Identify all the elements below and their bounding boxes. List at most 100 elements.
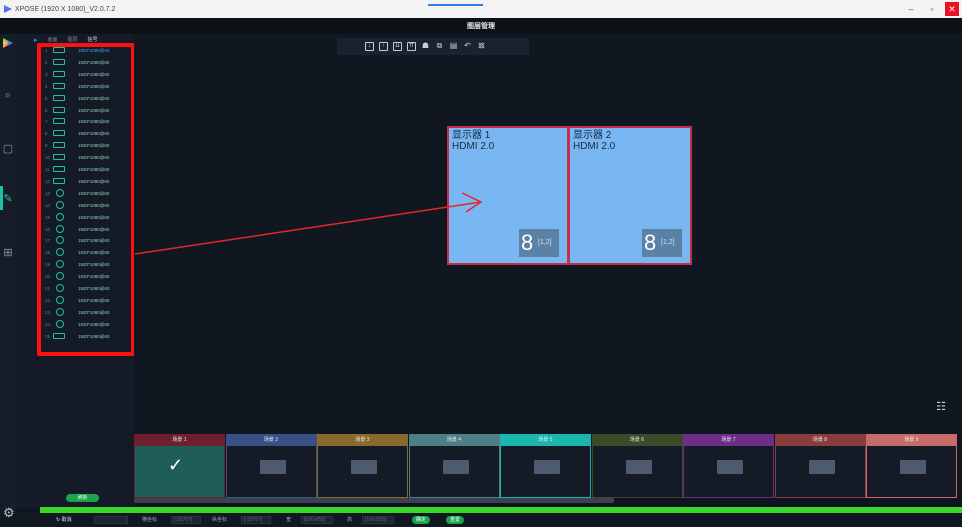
- cancel-button[interactable]: ↻ 取消: [56, 516, 72, 524]
- confirm-button[interactable]: 确定: [412, 516, 430, 524]
- x-field[interactable]: [-32767]: [171, 516, 201, 524]
- source-item[interactable]: 24 1920*1080@60: [40, 319, 146, 330]
- tab-signal[interactable]: 信号: [87, 36, 98, 44]
- badge-sub: [1,2]: [538, 239, 552, 246]
- source-item[interactable]: 17 1920*1080@60: [40, 235, 146, 246]
- bottom-bar: ↻ 取消 横坐标 [-32767] 纵坐标 [-32767] 宽 [100-65…: [0, 513, 962, 527]
- source-item[interactable]: 3 1920*1080@60: [40, 69, 146, 80]
- source-item[interactable]: 16 1920*1080@60: [40, 224, 146, 235]
- reset-button[interactable]: 重置: [446, 516, 464, 524]
- source-number: 15: [45, 214, 51, 220]
- undo-icon[interactable]: ↶: [463, 42, 472, 51]
- grid-icon[interactable]: ⊞: [2, 246, 14, 260]
- source-number: 3: [45, 71, 48, 77]
- source-item[interactable]: 25 1920*1080@60: [40, 331, 146, 342]
- tab-picture[interactable]: 画面: [48, 36, 58, 44]
- source-item[interactable]: 6 1920*1080@60: [40, 105, 146, 116]
- source-label: 1920*1080@60: [78, 333, 110, 339]
- source-item[interactable]: 11 1920*1080@60: [40, 164, 146, 175]
- scene-group[interactable]: 场景 3: [317, 434, 408, 498]
- source-label: 1920*1080@60: [78, 95, 110, 101]
- paste-icon[interactable]: ▤: [449, 42, 458, 51]
- horizontal-scrollbar[interactable]: [134, 498, 614, 503]
- move-up-icon[interactable]: ↑: [379, 42, 388, 51]
- clear-icon[interactable]: ⊠: [477, 42, 486, 51]
- source-item[interactable]: 2 1920*1080@60: [40, 57, 146, 68]
- source-number: 2: [45, 59, 48, 65]
- scene-group[interactable]: 场景 5: [500, 434, 591, 498]
- source-item[interactable]: 9 1920*1080@60: [40, 140, 146, 151]
- copy-icon[interactable]: ⧉: [435, 42, 444, 51]
- screen-1[interactable]: 显示器 1 HDMI 2.0 8 [1,2]: [447, 126, 569, 265]
- scene-group[interactable]: 场景 4: [408, 434, 500, 498]
- source-item[interactable]: 21 1920*1080@60: [40, 283, 146, 294]
- source-number: 11: [45, 167, 50, 172]
- move-down-icon[interactable]: ↓: [365, 42, 374, 51]
- source-item[interactable]: 22 1920*1080@60: [40, 295, 146, 306]
- sdi-port-icon: [56, 200, 64, 209]
- scene-label: 场景 3: [318, 435, 407, 446]
- scene-label: 场景 8: [775, 435, 865, 446]
- gear-icon[interactable]: ⚙: [3, 505, 15, 521]
- source-item[interactable]: 4 1920*1080@60: [40, 81, 146, 92]
- minimize-button[interactable]: –: [904, 2, 918, 16]
- scene-thumbnail: [442, 460, 469, 474]
- source-number: 20: [45, 274, 51, 280]
- source-item[interactable]: 10 1920*1080@60: [40, 152, 146, 163]
- scene-group[interactable]: 场景 9: [866, 434, 957, 498]
- sdi-port-icon: [56, 319, 64, 328]
- cancel-field[interactable]: [94, 516, 128, 524]
- source-item[interactable]: 13 1920*1080@60: [40, 188, 146, 199]
- w-field[interactable]: [100-655]: [301, 516, 333, 524]
- layers-icon[interactable]: ☗: [421, 42, 430, 51]
- settings-sliders-icon[interactable]: ☷: [934, 400, 948, 414]
- sdi-port-icon: [56, 188, 64, 197]
- scene-group[interactable]: 场景 6: [591, 434, 683, 498]
- tab-layer[interactable]: 图层: [68, 36, 78, 44]
- source-list: 1 1920*1080@60 2 1920*1080@60 3 1920*1080@60 4…: [40, 45, 146, 345]
- scene-group[interactable]: 场景 2: [225, 434, 317, 498]
- monitor-icon[interactable]: ▢: [2, 142, 14, 156]
- hdmi-port-icon: [53, 177, 65, 184]
- scene-group[interactable]: 场景 8: [774, 434, 866, 498]
- source-item[interactable]: 23 1920*1080@60: [40, 307, 146, 318]
- source-label: 1920*1080@60: [78, 107, 110, 113]
- h-field[interactable]: [100-655]: [362, 516, 394, 524]
- source-number: 16: [45, 226, 51, 232]
- source-item[interactable]: 7 1920*1080@60: [40, 116, 146, 127]
- to-bottom-icon[interactable]: ⇊: [393, 42, 402, 51]
- scene-group[interactable]: 场景 1 ✓: [134, 434, 225, 498]
- edit-icon[interactable]: ✎: [2, 192, 14, 206]
- source-item[interactable]: 18 1920*1080@60: [40, 247, 146, 258]
- maximize-button[interactable]: ▫: [925, 2, 939, 16]
- source-tabs: ▸ 画面 图层 信号: [34, 36, 98, 44]
- scene-group[interactable]: 场景 7: [683, 434, 774, 498]
- source-label: 1920*1080@60: [78, 143, 110, 149]
- source-number: 24: [45, 321, 51, 327]
- title-bar: XPOSE (1920 X 1080)_V2.0.7.2 – ▫ ✕: [0, 0, 962, 18]
- close-button[interactable]: ✕: [945, 2, 959, 16]
- search-icon[interactable]: ⌕: [2, 88, 14, 102]
- source-number: 9: [45, 143, 48, 149]
- source-number: 7: [45, 119, 48, 125]
- source-item[interactable]: 15 1920*1080@60: [40, 212, 146, 223]
- source-label: 1920*1080@60: [78, 190, 110, 196]
- scene-label: 场景 7: [684, 435, 773, 446]
- refresh-button[interactable]: 刷新: [66, 494, 99, 502]
- source-number: 6: [45, 107, 48, 113]
- source-item[interactable]: 20 1920*1080@60: [40, 271, 146, 282]
- y-field[interactable]: [-32767]: [241, 516, 271, 524]
- source-item[interactable]: 19 1920*1080@60: [40, 259, 146, 270]
- source-item[interactable]: 1 1920*1080@60: [40, 45, 146, 56]
- screen-2[interactable]: 显示器 2 HDMI 2.0 8 [1,2]: [568, 126, 692, 265]
- to-top-icon[interactable]: ⇈: [407, 42, 416, 51]
- source-item[interactable]: 12 1920*1080@60: [40, 176, 146, 187]
- scene-groups: 场景 1 ✓ 场景 2 场景 3 场景 4 场景 5 场景 6 场景 7 场景 8 场景 9: [134, 434, 962, 498]
- expand-icon[interactable]: ▸: [34, 36, 38, 44]
- source-item[interactable]: 8 1920*1080@60: [40, 128, 146, 139]
- source-item[interactable]: 14 1920*1080@60: [40, 200, 146, 211]
- source-number: 5: [45, 95, 48, 101]
- source-label: 1920*1080@60: [78, 71, 110, 77]
- source-item[interactable]: 5 1920*1080@60: [40, 93, 146, 104]
- source-number: 19: [45, 262, 51, 268]
